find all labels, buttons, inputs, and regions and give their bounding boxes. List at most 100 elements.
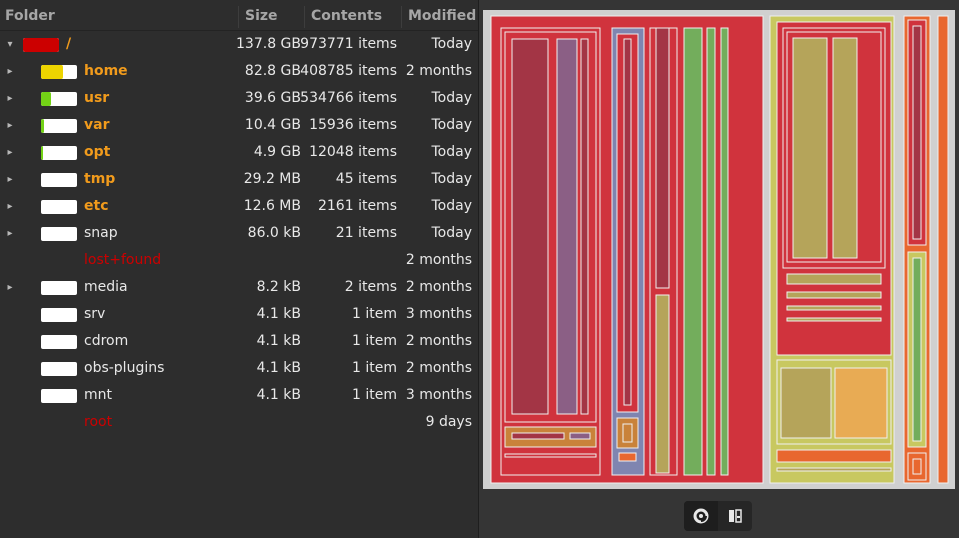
treemap-cell[interactable] bbox=[832, 37, 858, 259]
folder-modified: Today bbox=[431, 144, 473, 160]
treemap-cell[interactable] bbox=[776, 467, 892, 472]
column-header-modified[interactable]: Modified bbox=[408, 4, 476, 29]
folder-name: media bbox=[84, 279, 128, 295]
folder-row[interactable]: ▸ usr 39.6 GB 534766 items Today bbox=[0, 85, 478, 112]
folder-name: opt bbox=[84, 144, 111, 160]
folder-modified: Today bbox=[431, 198, 473, 214]
treemap-cell[interactable] bbox=[912, 257, 922, 442]
treemap-cell[interactable] bbox=[623, 38, 632, 406]
folder-row[interactable]: ▾ / 137.8 GB 973771 items Today bbox=[0, 31, 478, 58]
folder-modified: Today bbox=[431, 225, 473, 241]
treemap-chart[interactable] bbox=[483, 10, 955, 489]
column-header-contents[interactable]: Contents bbox=[311, 4, 401, 29]
expand-arrow-icon bbox=[4, 355, 16, 382]
folder-row[interactable]: ▸ snap 86.0 kB 21 items Today bbox=[0, 220, 478, 247]
folder-contents: 534766 items bbox=[300, 90, 397, 106]
expand-arrow-icon[interactable]: ▸ bbox=[4, 166, 16, 193]
treemap-cell[interactable] bbox=[511, 38, 549, 415]
folder-name: lost+found bbox=[84, 252, 162, 268]
folder-contents: 1 item bbox=[352, 360, 397, 376]
folder-size: 29.2 MB bbox=[243, 171, 301, 187]
treemap-cell[interactable] bbox=[786, 273, 882, 285]
column-header-size[interactable]: Size bbox=[245, 4, 303, 29]
usage-bar bbox=[41, 65, 77, 79]
folder-row[interactable]: cdrom 4.1 kB 1 item 2 months bbox=[0, 328, 478, 355]
folder-name: mnt bbox=[84, 387, 112, 403]
folder-size: 8.2 kB bbox=[256, 279, 301, 295]
folder-row[interactable]: obs-plugins 4.1 kB 1 item 2 months bbox=[0, 355, 478, 382]
expand-arrow-icon bbox=[4, 409, 16, 436]
treemap-cell[interactable] bbox=[786, 291, 882, 299]
usage-bar bbox=[41, 308, 77, 322]
treemap-chart-view-button[interactable] bbox=[718, 501, 752, 531]
treemap-cell[interactable] bbox=[780, 367, 832, 439]
folder-row[interactable]: ▸ var 10.4 GB 15936 items Today bbox=[0, 112, 478, 139]
treemap-cell[interactable] bbox=[569, 432, 591, 440]
folder-contents: 2 items bbox=[344, 279, 397, 295]
treemap-cell[interactable] bbox=[912, 458, 922, 475]
folder-size: 137.8 GB bbox=[236, 36, 301, 52]
usage-bar-fill bbox=[23, 38, 59, 52]
folder-modified: 2 months bbox=[405, 360, 472, 376]
folder-row[interactable]: mnt 4.1 kB 1 item 3 months bbox=[0, 382, 478, 409]
treemap-cell[interactable] bbox=[655, 294, 670, 474]
expand-arrow-icon[interactable]: ▸ bbox=[4, 139, 16, 166]
folder-row[interactable]: ▸ tmp 29.2 MB 45 items Today bbox=[0, 166, 478, 193]
usage-bar bbox=[41, 227, 77, 241]
folder-name: var bbox=[84, 117, 110, 133]
column-header-folder[interactable]: Folder bbox=[5, 4, 237, 29]
folder-name: etc bbox=[84, 198, 109, 214]
folder-row[interactable]: lost+found 2 months bbox=[0, 247, 478, 274]
folder-size: 39.6 GB bbox=[244, 90, 301, 106]
treemap-cell[interactable] bbox=[683, 27, 703, 476]
folder-row[interactable]: ▸ home 82.8 GB 408785 items 2 months bbox=[0, 58, 478, 85]
folder-row[interactable]: srv 4.1 kB 1 item 3 months bbox=[0, 301, 478, 328]
treemap-cell[interactable] bbox=[504, 453, 597, 458]
treemap-cell[interactable] bbox=[706, 27, 716, 476]
usage-bar bbox=[23, 38, 59, 52]
usage-bar bbox=[41, 92, 77, 106]
folder-modified: 3 months bbox=[405, 306, 472, 322]
treemap-cell[interactable] bbox=[511, 432, 565, 440]
treemap-cell[interactable] bbox=[655, 27, 670, 289]
usage-bar bbox=[41, 389, 77, 403]
folder-modified: 2 months bbox=[405, 279, 472, 295]
folder-size: 86.0 kB bbox=[247, 225, 301, 241]
folder-row[interactable]: ▸ media 8.2 kB 2 items 2 months bbox=[0, 274, 478, 301]
expand-arrow-icon[interactable]: ▸ bbox=[4, 193, 16, 220]
treemap-cell[interactable] bbox=[776, 449, 892, 463]
folder-modified: 9 days bbox=[425, 414, 472, 430]
treemap-cell[interactable] bbox=[556, 38, 578, 415]
expand-arrow-icon[interactable]: ▸ bbox=[4, 112, 16, 139]
expand-arrow-icon[interactable]: ▸ bbox=[4, 58, 16, 85]
folder-contents: 408785 items bbox=[300, 63, 397, 79]
column-separator bbox=[304, 6, 305, 28]
treemap-cell[interactable] bbox=[834, 367, 888, 439]
view-switcher bbox=[684, 501, 752, 531]
folder-tree-panel: Folder Size Contents Modified ▾ / 137.8 GB… bbox=[0, 0, 478, 538]
treemap-cell[interactable] bbox=[786, 317, 882, 322]
treemap-cell[interactable] bbox=[580, 38, 589, 415]
view-toolbar bbox=[479, 494, 959, 538]
treemap-cell[interactable] bbox=[792, 37, 828, 259]
rings-chart-view-button[interactable] bbox=[684, 501, 718, 531]
expand-arrow-icon[interactable]: ▸ bbox=[4, 274, 16, 301]
treemap-cell[interactable] bbox=[912, 25, 922, 240]
expand-arrow-icon[interactable]: ▸ bbox=[4, 85, 16, 112]
folder-row[interactable]: root 9 days bbox=[0, 409, 478, 436]
folder-contents: 15936 items bbox=[309, 117, 397, 133]
folder-row[interactable]: ▸ etc 12.6 MB 2161 items Today bbox=[0, 193, 478, 220]
usage-bar bbox=[41, 119, 77, 133]
treemap-cell[interactable] bbox=[937, 15, 949, 484]
folder-contents: 1 item bbox=[352, 306, 397, 322]
treemap-cell[interactable] bbox=[786, 305, 882, 311]
folder-row[interactable]: ▸ opt 4.9 GB 12048 items Today bbox=[0, 139, 478, 166]
folder-size: 4.9 GB bbox=[253, 144, 301, 160]
expand-arrow-icon[interactable]: ▸ bbox=[4, 220, 16, 247]
folder-modified: 3 months bbox=[405, 387, 472, 403]
folder-contents: 2161 items bbox=[317, 198, 397, 214]
treemap-cell[interactable] bbox=[622, 423, 633, 443]
collapse-arrow-icon[interactable]: ▾ bbox=[4, 31, 16, 58]
treemap-cell[interactable] bbox=[720, 27, 729, 476]
treemap-cell[interactable] bbox=[618, 452, 637, 462]
